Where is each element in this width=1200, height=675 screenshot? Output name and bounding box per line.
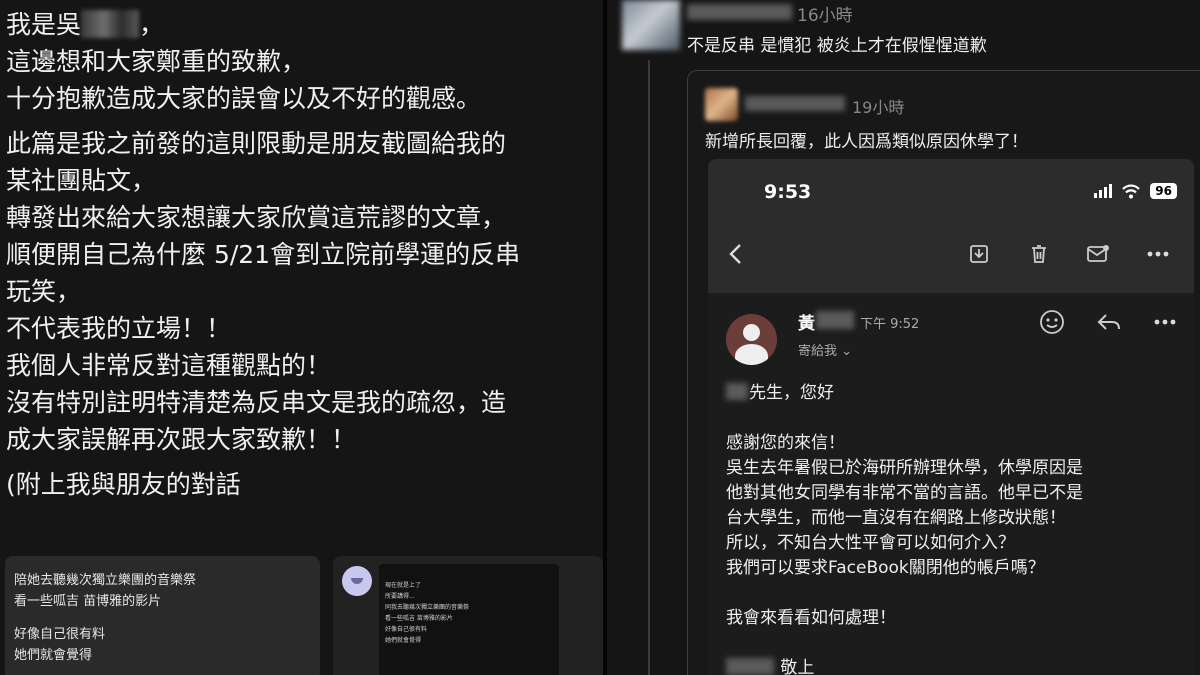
mini-screenshot: 現在就是上了 所要講得... 同我去聽幾次獨立樂團的音樂祭 看一些呱吉 苗博雅的… bbox=[379, 564, 559, 675]
blurred-username[interactable] bbox=[745, 96, 845, 111]
phone-header: 9:53 96 bbox=[708, 159, 1194, 293]
signal-icon bbox=[1094, 184, 1113, 198]
sender-avatar[interactable] bbox=[726, 314, 777, 365]
mini-line: 現在就是上了 bbox=[385, 582, 422, 589]
post-line: 此篇是我之前發的這則限動是朋友截圖給我的 bbox=[6, 129, 507, 158]
apology-post-panel: 我是吳， 這邊想和大家鄭重的致歉， 十分抱歉造成大家的誤會以及不好的觀感。 此篇… bbox=[0, 0, 603, 675]
mark-unread-icon[interactable] bbox=[1085, 241, 1111, 267]
apology-post-text: 我是吳， 這邊想和大家鄭重的致歉， 十分抱歉造成大家的誤會以及不好的觀感。 此篇… bbox=[6, 6, 596, 503]
body-line: 所以，不知台大性平會可以如何介入？ bbox=[726, 533, 1015, 553]
avatar[interactable] bbox=[705, 88, 738, 121]
blurred-name bbox=[726, 658, 774, 675]
mini-line: 同我去聽幾次獨立樂團的音樂祭 bbox=[385, 604, 470, 611]
post-line: 玩笑， bbox=[6, 277, 82, 306]
mini-line: 她們就會覺得 bbox=[385, 637, 422, 644]
emoji-react-icon[interactable] bbox=[1039, 309, 1065, 335]
trash-icon[interactable] bbox=[1026, 241, 1052, 267]
body-line: 他對其他女同學有非常不當的言語。他早已不是 bbox=[726, 483, 1083, 503]
email-body: 先生，您好 感謝您的來信！ 吳生去年暑假已於海研所辦理休學，休學原因是 他對其他… bbox=[726, 381, 1186, 675]
body-line: 吳生去年暑假已於海研所辦理休學，休學原因是 bbox=[726, 458, 1083, 478]
post-line: 不代表我的立場！！ bbox=[6, 314, 232, 343]
sender-name[interactable]: 黃 bbox=[798, 309, 815, 334]
blurred-name bbox=[81, 10, 140, 38]
blurred-username[interactable] bbox=[687, 4, 792, 20]
more-options-icon[interactable] bbox=[1145, 241, 1171, 267]
attached-image-thumbnail[interactable]: 現在就是上了 所要講得... 同我去聽幾次獨立樂團的音樂祭 看一些呱吉 苗博雅的… bbox=[333, 556, 603, 675]
post-line: 沒有特別註明特清楚為反串文是我的疏忽，造 bbox=[6, 388, 507, 417]
comment-time: 16小時 bbox=[797, 6, 853, 26]
post-line: 成大家誤解再次跟大家致歉！！ bbox=[6, 425, 357, 454]
post-line: (附上我與朋友的對話 bbox=[6, 470, 241, 499]
status-bar-icons: 96 bbox=[1094, 183, 1177, 199]
avatar[interactable] bbox=[622, 0, 680, 50]
status-bar-time: 9:53 bbox=[764, 181, 812, 203]
post-line: 我是吳， bbox=[6, 10, 165, 39]
body-line: 我會來看看如何處理！ bbox=[726, 608, 896, 628]
email-time: 下午 9:52 bbox=[860, 317, 920, 332]
quoted-post[interactable]: 19小時 新增所長回覆，此人因爲類似原因休學了！ 9:53 96 黃 下午 9:… bbox=[687, 70, 1200, 675]
avatar bbox=[342, 566, 372, 596]
signoff: 敬上 bbox=[726, 656, 1186, 675]
attached-image-thumbnail[interactable]: 陪她去聽幾次獨立樂團的音樂祭 看一些呱吉 苗博雅的影片 好像自己很有料 她們就會… bbox=[5, 556, 320, 675]
more-options-icon[interactable] bbox=[1152, 309, 1178, 335]
blurred-sender-name bbox=[816, 311, 854, 329]
body-line bbox=[726, 581, 1186, 606]
email-actions bbox=[1024, 307, 1194, 337]
reply-icon[interactable] bbox=[1096, 309, 1122, 335]
body-line: 我們可以要求FaceBook關閉他的帳戶嗎？ bbox=[726, 558, 1045, 578]
quoted-text: 新增所長回覆，此人因爲類似原因休學了！ bbox=[705, 132, 1028, 152]
archive-icon[interactable] bbox=[966, 241, 992, 267]
body-line: 感謝您的來信！ bbox=[726, 433, 845, 453]
post-line: 順便開自己為什麼 5/21會到立院前學運的反串 bbox=[6, 240, 521, 269]
quoted-time: 19小時 bbox=[852, 98, 905, 117]
thumb-line: 她們就會覺得 bbox=[14, 648, 93, 663]
mini-line: 好像自己很有料 bbox=[385, 626, 428, 633]
comment-text: 不是反串 是慣犯 被炎上才在假惺惺道歉 bbox=[687, 36, 987, 56]
post-line: 我個人非常反對這種觀點的！ bbox=[6, 351, 332, 380]
mini-line: 看一些呱吉 苗博雅的影片 bbox=[385, 615, 453, 622]
email-toolbar bbox=[708, 234, 1194, 274]
battery-icon: 96 bbox=[1150, 183, 1177, 199]
comment-thread-panel: 16小時 不是反串 是慣犯 被炎上才在假惺惺道歉 19小時 新增所長回覆，此人因… bbox=[607, 0, 1200, 675]
post-line: 十分抱歉造成大家的誤會以及不好的觀感。 bbox=[6, 84, 482, 113]
back-arrow-icon[interactable] bbox=[723, 241, 749, 267]
post-line: 這邊想和大家鄭重的致歉， bbox=[6, 47, 307, 76]
recipient-toggle[interactable]: 寄給我 ⌄ bbox=[798, 340, 852, 359]
thumb-line: 陪她去聽幾次獨立樂團的音樂祭 bbox=[14, 573, 197, 588]
thread-line bbox=[648, 60, 650, 675]
post-line: 轉發出來給大家想讓大家欣賞這荒謬的文章， bbox=[6, 203, 507, 232]
post-line: 某社團貼文， bbox=[6, 166, 157, 195]
blurred-name bbox=[726, 383, 748, 400]
email-screenshot: 9:53 96 黃 下午 9:52 寄給我 ⌄ 先生，您好 感謝您的來信！ 吳生… bbox=[708, 159, 1194, 675]
mini-line: 所要講得... bbox=[385, 593, 415, 600]
thumb-line: 好像自己很有料 bbox=[14, 627, 106, 642]
body-line: 台大學生，而他一直沒有在網路上修改狀態！ bbox=[726, 508, 1066, 528]
greeting: 先生，您好 bbox=[726, 381, 1186, 406]
body-line bbox=[726, 631, 1186, 656]
thumb-line: 看一些呱吉 苗博雅的影片 bbox=[14, 594, 162, 609]
wifi-icon bbox=[1122, 184, 1141, 198]
